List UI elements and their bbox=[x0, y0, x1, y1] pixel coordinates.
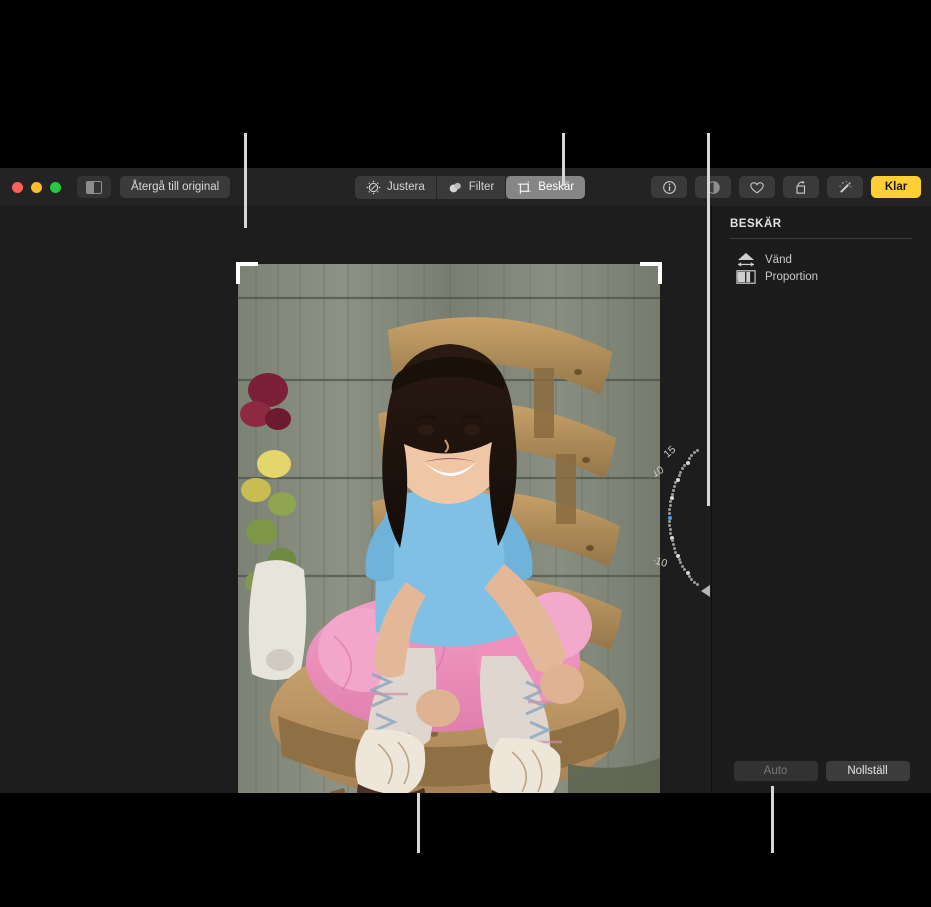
toolbar-actions: Klar bbox=[651, 176, 921, 198]
dial-tick bbox=[669, 500, 673, 504]
photo-crop-viewport[interactable] bbox=[238, 264, 660, 793]
revert-to-original-button[interactable]: Återgå till original bbox=[120, 176, 231, 198]
photo-canvas[interactable]: 151050-5-10 bbox=[0, 206, 712, 793]
dial-tick bbox=[695, 448, 699, 452]
rotation-dial-pointer bbox=[701, 585, 710, 597]
callout-line-crop-handle bbox=[244, 133, 247, 228]
dial-tick bbox=[692, 451, 696, 455]
info-button[interactable] bbox=[651, 176, 687, 198]
window-controls bbox=[12, 181, 61, 193]
dial-tick bbox=[668, 519, 672, 523]
aspect-ratio-icon bbox=[736, 270, 756, 284]
dial-label: 10 bbox=[654, 464, 667, 481]
dial-tick bbox=[677, 474, 681, 478]
panel-title: BESKÄR bbox=[730, 218, 782, 230]
done-button-label: Klar bbox=[884, 181, 908, 193]
reset-button-label: Nollställ bbox=[847, 765, 888, 777]
dial-knob-icon bbox=[366, 180, 381, 194]
revert-to-original-label: Återgå till original bbox=[131, 181, 220, 193]
dial-tick bbox=[673, 546, 677, 550]
dial-label: -10 bbox=[654, 553, 669, 570]
sidebar-item-proportion[interactable]: Proportion bbox=[736, 267, 818, 287]
auto-button[interactable]: Auto bbox=[733, 761, 818, 781]
dial-tick bbox=[687, 457, 691, 461]
tab-justera-label: Justera bbox=[387, 181, 425, 193]
dial-tick bbox=[685, 460, 690, 465]
dial-label: -5 bbox=[654, 533, 655, 546]
auto-button-label: Auto bbox=[763, 765, 788, 777]
photo-image bbox=[238, 264, 660, 793]
dial-tick bbox=[670, 492, 674, 496]
compare-button[interactable] bbox=[695, 176, 731, 198]
rotation-dial[interactable]: 151050-5-10 bbox=[654, 244, 712, 793]
dial-tick bbox=[683, 463, 687, 467]
dial-tick bbox=[673, 485, 677, 489]
dial-tick bbox=[669, 531, 673, 535]
tab-beskar-label: Beskär bbox=[538, 181, 575, 193]
favorite-heart-icon bbox=[750, 181, 764, 193]
auto-enhance-wand-icon bbox=[839, 180, 851, 193]
dial-tick bbox=[671, 543, 675, 547]
minimize-button[interactable] bbox=[31, 181, 42, 193]
sidebar-toggle-button[interactable] bbox=[77, 176, 111, 198]
dial-tick bbox=[674, 550, 678, 554]
rotate-icon bbox=[795, 180, 805, 194]
sidebar-item-proportion-label: Proportion bbox=[765, 271, 819, 283]
panel-toggle-icon bbox=[86, 180, 102, 194]
panel-footer: Auto Nollställ bbox=[712, 761, 931, 781]
callout-line-photo-canvas bbox=[417, 793, 420, 853]
crop-inspector-panel: BESKÄR Vänd Proportion Auto Nollställ bbox=[711, 206, 931, 793]
close-button[interactable] bbox=[12, 181, 23, 193]
dial-tick bbox=[671, 488, 675, 492]
dial-tick bbox=[679, 561, 683, 565]
panel-divider bbox=[730, 238, 912, 239]
callout-line-rotation-dial bbox=[707, 133, 710, 506]
dial-tick bbox=[668, 508, 672, 512]
filter-droplet-icon bbox=[449, 182, 461, 192]
rotate-button[interactable] bbox=[783, 176, 819, 198]
dial-tick bbox=[668, 504, 672, 508]
zoom-button[interactable] bbox=[50, 181, 61, 193]
dial-label: 15 bbox=[661, 443, 678, 461]
dial-tick bbox=[681, 467, 685, 471]
tab-justera[interactable]: Justera bbox=[355, 175, 437, 199]
callout-line-beskar-tab bbox=[562, 133, 565, 186]
dial-tick bbox=[668, 512, 672, 516]
dial-tick bbox=[668, 527, 672, 531]
crop-frame-icon bbox=[518, 180, 532, 194]
auto-enhance-button[interactable] bbox=[827, 176, 863, 198]
callout-line-auto-button bbox=[771, 786, 774, 853]
done-button[interactable]: Klar bbox=[871, 176, 921, 198]
reset-button[interactable]: Nollställ bbox=[825, 761, 910, 781]
dial-tick bbox=[668, 523, 672, 527]
favorite-button[interactable] bbox=[739, 176, 775, 198]
tab-beskar[interactable]: Beskär bbox=[506, 175, 586, 199]
screenshot-root: Återgå till original Justera Filter Besk… bbox=[0, 0, 931, 907]
info-icon bbox=[662, 180, 676, 194]
sidebar-item-vand-label: Vänd bbox=[765, 254, 792, 266]
toolbar: Återgå till original Justera Filter Besk… bbox=[0, 168, 931, 207]
photos-editor-window: Återgå till original Justera Filter Besk… bbox=[0, 168, 931, 793]
dial-tick bbox=[670, 539, 674, 543]
edit-mode-segmented-control: Justera Filter Beskär bbox=[355, 175, 586, 199]
tab-filter[interactable]: Filter bbox=[437, 175, 507, 199]
dial-tick bbox=[695, 583, 699, 587]
tab-filter-label: Filter bbox=[468, 181, 495, 193]
dial-tick bbox=[674, 481, 678, 485]
flip-icon bbox=[738, 252, 754, 267]
